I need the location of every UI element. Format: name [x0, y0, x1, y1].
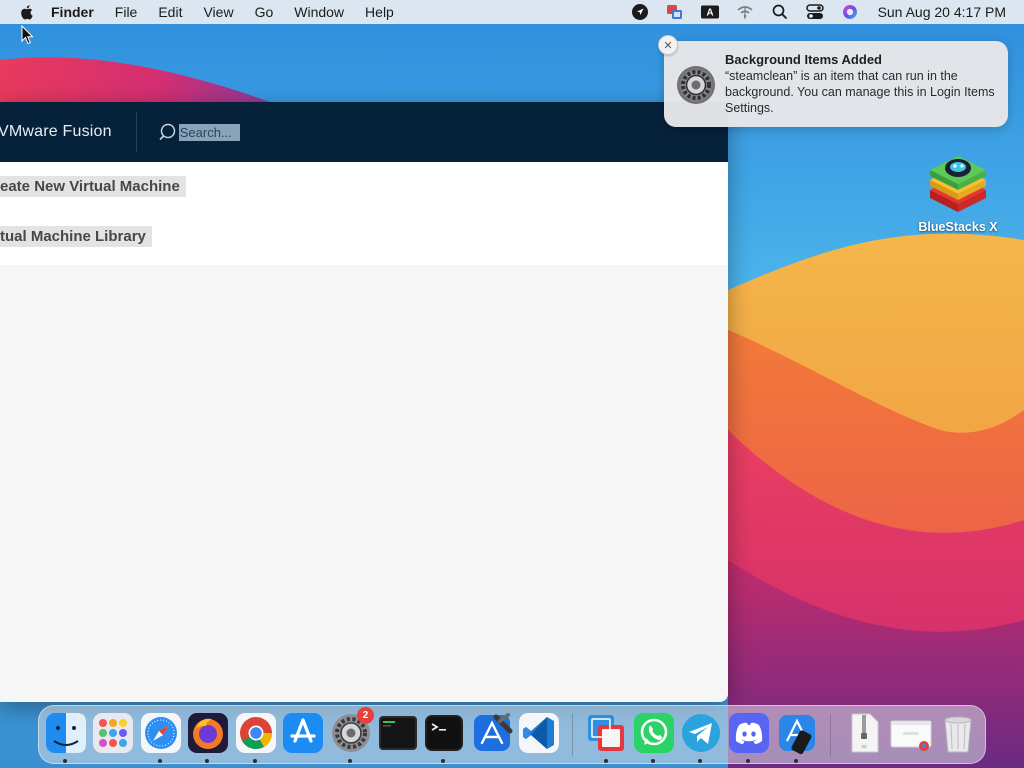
header-divider [135, 112, 137, 152]
app-store-icon[interactable] [281, 711, 325, 755]
finder-icon[interactable] [44, 711, 88, 755]
menu-edit[interactable]: Edit [158, 4, 182, 20]
telegram-icon[interactable] [679, 711, 723, 755]
chrome-icon[interactable] [234, 711, 278, 755]
menu-bar-status-area: A Sun Aug 20 4:17 PM [631, 0, 1024, 24]
screen-sharing-icon[interactable] [666, 3, 684, 21]
close-icon[interactable]: ✕ [658, 35, 678, 55]
archive-utility-icon[interactable]: xz [842, 711, 886, 755]
notification-title: Background Items Added [725, 52, 882, 67]
create-new-vm-link[interactable]: eate New Virtual Machine [0, 176, 186, 197]
running-indicator [651, 759, 655, 763]
terminal-icon[interactable] [422, 711, 466, 755]
menu-bar-clock[interactable]: Sun Aug 20 4:17 PM [878, 4, 1006, 20]
background-items-notification[interactable]: ✕ Background Items Added “steamclean” is… [658, 35, 1008, 127]
menu-finder[interactable]: Finder [51, 4, 94, 20]
apple-menu-icon[interactable] [17, 2, 37, 22]
menu-file[interactable]: File [115, 4, 138, 20]
running-indicator [205, 759, 209, 763]
notification-body: “steamclean” is an item that can run in … [725, 69, 995, 115]
running-indicator [746, 759, 750, 763]
desktop-item-bluestacks[interactable]: BlueStacks X [908, 146, 1008, 238]
running-indicator [253, 759, 257, 763]
menu-window[interactable]: Window [294, 4, 344, 20]
siri-icon[interactable] [841, 3, 859, 21]
vm-library-link[interactable]: tual Machine Library [0, 226, 152, 247]
menu-go[interactable]: Go [255, 4, 274, 20]
system-settings-icon [677, 66, 715, 104]
whatsapp-icon[interactable] [632, 711, 676, 755]
vscode-icon[interactable] [517, 711, 561, 755]
trash-icon[interactable] [936, 711, 980, 755]
console-icon[interactable] [376, 711, 420, 755]
spotlight-icon[interactable] [771, 3, 789, 21]
dock: 2 xz [38, 705, 986, 764]
menu-help[interactable]: Help [365, 4, 394, 20]
search-icon [159, 123, 175, 141]
dock-divider [572, 714, 573, 756]
notification-badge: 2 [357, 707, 374, 724]
running-indicator [158, 759, 162, 763]
firefox-icon[interactable] [186, 711, 230, 755]
menu-bar: Finder File Edit View Go Window Help A S… [0, 0, 1024, 24]
wifi-icon[interactable] [736, 3, 754, 21]
running-indicator [63, 759, 67, 763]
vmware-title: VMware Fusion [0, 123, 112, 140]
mouse-cursor-icon [21, 25, 34, 45]
running-indicator [698, 759, 702, 763]
vmware-fusion-window: VMware Fusion eate New Virtual Machine t… [0, 102, 728, 702]
discord-icon[interactable] [727, 711, 771, 755]
location-icon[interactable] [631, 3, 649, 21]
vmware-fusion-icon[interactable] [584, 711, 628, 755]
xcode-icon[interactable] [470, 711, 514, 755]
search-input[interactable] [178, 123, 240, 141]
running-indicator [604, 759, 608, 763]
input-source-icon[interactable]: A [700, 3, 719, 21]
svg-text:xz: xz [862, 744, 868, 750]
safari-icon[interactable] [139, 711, 183, 755]
google-chrome-window-icon[interactable] [889, 711, 933, 755]
input-source-letter: A [706, 8, 713, 19]
control-center-icon[interactable] [805, 3, 824, 21]
system-settings-icon[interactable]: 2 [329, 707, 374, 755]
simulator-icon[interactable] [775, 711, 819, 755]
vmware-header: VMware Fusion [0, 102, 728, 162]
vmware-links-panel: eate New Virtual Machine tual Machine Li… [0, 162, 728, 265]
bluestacks-icon [930, 156, 986, 212]
desktop-item-label: BlueStacks X [918, 220, 998, 234]
running-indicator [794, 759, 798, 763]
running-indicator [441, 759, 445, 763]
running-indicator [348, 759, 352, 763]
dock-divider [830, 714, 831, 756]
search-box[interactable] [159, 122, 240, 142]
menu-view[interactable]: View [203, 4, 233, 20]
launchpad-icon[interactable] [91, 711, 135, 755]
